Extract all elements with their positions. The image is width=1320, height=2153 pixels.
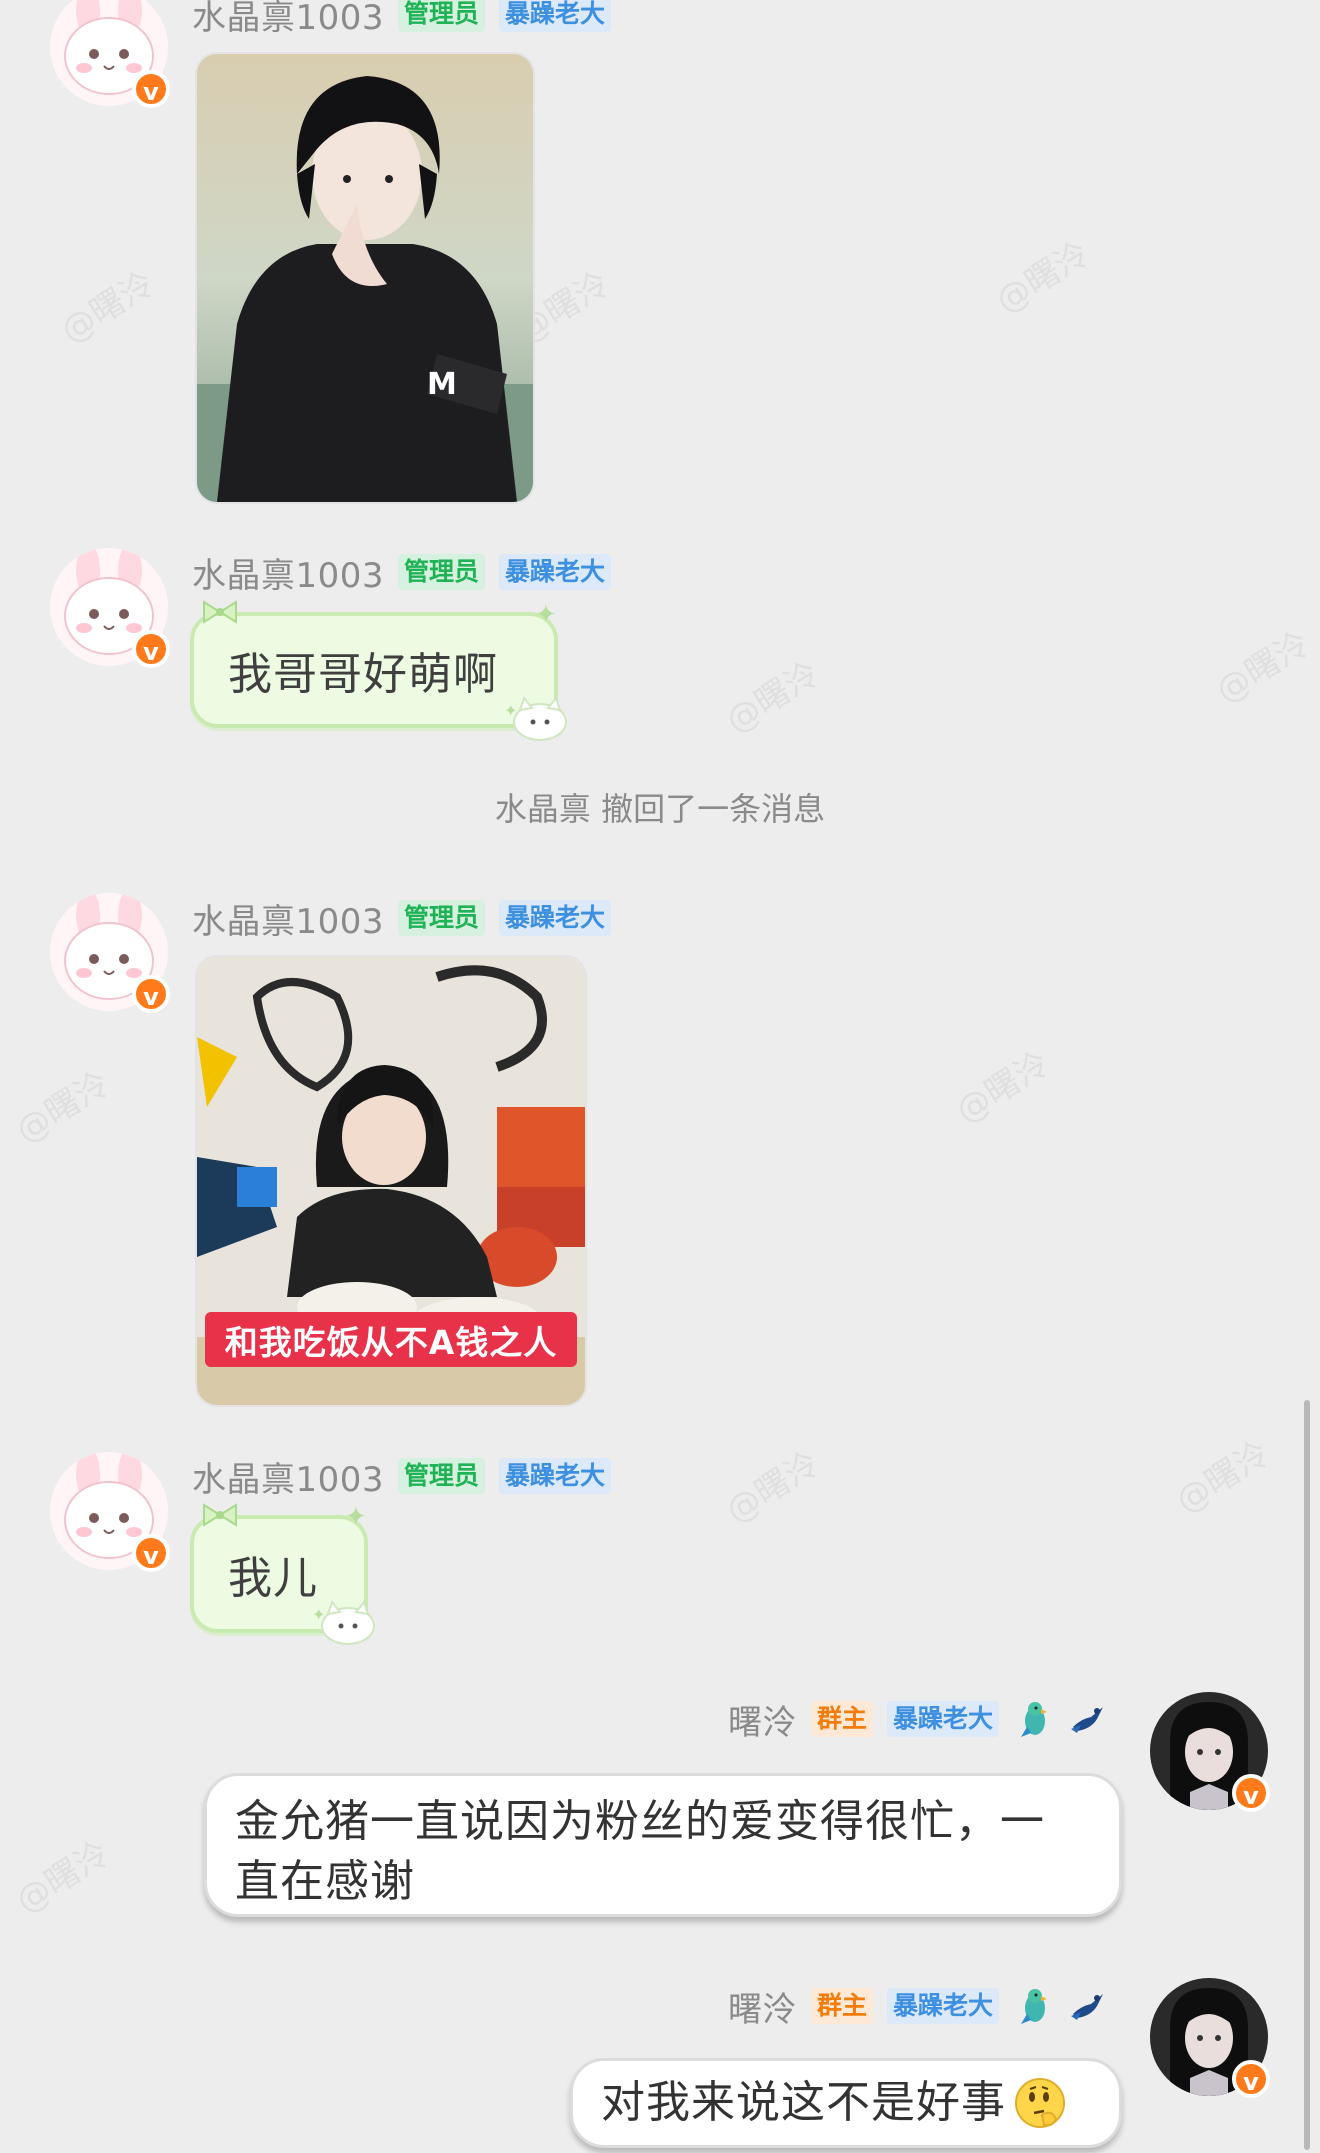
bow-icon [203,600,237,624]
svg-text:M: M [427,367,457,402]
watermark: @曙泠 [949,1043,1057,1132]
svg-text:✦: ✦ [504,701,517,720]
verified-badge-icon: v [132,975,170,1013]
message-bubble[interactable]: 金允猪一直说因为粉丝的爱变得很忙，一 直在感谢 [204,1773,1122,1917]
admin-tag: 管理员 [398,0,486,32]
image-message[interactable]: M [195,52,535,504]
caption-text: 和我吃饭从不A钱之人 [224,1322,558,1362]
recall-notice: 水晶禀 撤回了一条消息 [494,790,826,828]
image-caption: 和我吃饭从不A钱之人 [205,1312,577,1367]
title-tag: 暴躁老大 [887,1701,1000,1737]
avatar[interactable]: v [50,1452,170,1572]
parrot-badge-icon [1021,1702,1048,1737]
cat-sticker-icon: ✦ [312,1599,375,1645]
bird-badge-icon [1071,1994,1104,2020]
sender-info: 水晶禀1003 管理员 暴躁老大 [192,1452,612,1501]
verified-badge-icon: v [1232,1774,1270,1812]
owner-tag: 群主 [811,1701,874,1737]
sender-name[interactable]: 曙泠 [728,1695,797,1744]
sender-info: 水晶禀1003 管理员 暴躁老大 [192,0,612,39]
sparkle-icon: ✦ [345,1502,367,1532]
image-message[interactable]: 和我吃饭从不A钱之人 [195,955,587,1407]
sender-info: 水晶禀1003 管理员 暴躁老大 [192,894,612,943]
watermark: @曙泠 [719,1443,827,1532]
verified-badge-icon: v [132,70,170,108]
title-tag: 暴躁老大 [499,0,612,32]
avatar[interactable]: v [1150,1692,1270,1812]
avatar[interactable]: v [50,893,170,1013]
sender-info: 水晶禀1003 管理员 暴躁老大 [192,548,612,597]
thinking-emoji-icon [1015,2078,1065,2128]
watermark: @曙泠 [9,1063,117,1152]
admin-tag: 管理员 [398,900,486,936]
cat-sticker-icon: ✦ [504,695,567,741]
watermark: @曙泠 [719,653,827,742]
avatar[interactable]: v [50,548,170,668]
sender-name[interactable]: 水晶禀1003 [192,0,384,39]
sender-info: 曙泠 群主 暴躁老大 [728,1982,1107,2031]
watermark: @曙泠 [1169,1433,1277,1522]
owner-tag: 群主 [811,1988,874,2024]
message-text: 对我来说这不是好事 [601,2077,1006,2128]
photo-young-man: M [197,54,533,502]
message-text: 我哥哥好萌啊 [228,649,498,700]
avatar[interactable]: v [1150,1978,1270,2098]
admin-tag: 管理员 [398,1458,486,1494]
bird-badge-icon [1071,1707,1104,1733]
sender-name[interactable]: 水晶禀1003 [192,548,384,597]
verified-badge-icon: v [132,630,170,668]
verified-badge-icon: v [1232,2060,1270,2098]
verified-badge-icon: v [132,1534,170,1572]
avatar[interactable]: v [50,0,170,108]
title-tag: 暴躁老大 [499,1458,612,1494]
admin-tag: 管理员 [398,554,486,590]
watermark: @曙泠 [1209,623,1317,712]
bow-icon [203,1503,237,1527]
svg-text:✦: ✦ [312,1605,325,1624]
sparkle-icon: ✦ [535,600,557,630]
message-text-line: 金允猪一直说因为粉丝的爱变得很忙，一 [235,1796,1045,1847]
sender-name[interactable]: 曙泠 [728,1982,797,2031]
title-tag: 暴躁老大 [499,900,612,936]
message-text: 我儿 [228,1553,318,1604]
watermark: @曙泠 [9,1833,117,1922]
title-tag: 暴躁老大 [887,1988,1000,2024]
title-tag: 暴躁老大 [499,554,612,590]
message-text-line: 直在感谢 [235,1856,415,1907]
watermark: @曙泠 [989,233,1097,322]
sender-name[interactable]: 水晶禀1003 [192,1452,384,1501]
sender-info: 曙泠 群主 暴躁老大 [728,1695,1107,1744]
scrollbar[interactable] [1304,1400,1310,2150]
watermark: @曙泠 [54,263,162,352]
sender-name[interactable]: 水晶禀1003 [192,894,384,943]
message-bubble[interactable]: 对我来说这不是好事 [570,2058,1122,2148]
parrot-badge-icon [1021,1989,1048,2024]
